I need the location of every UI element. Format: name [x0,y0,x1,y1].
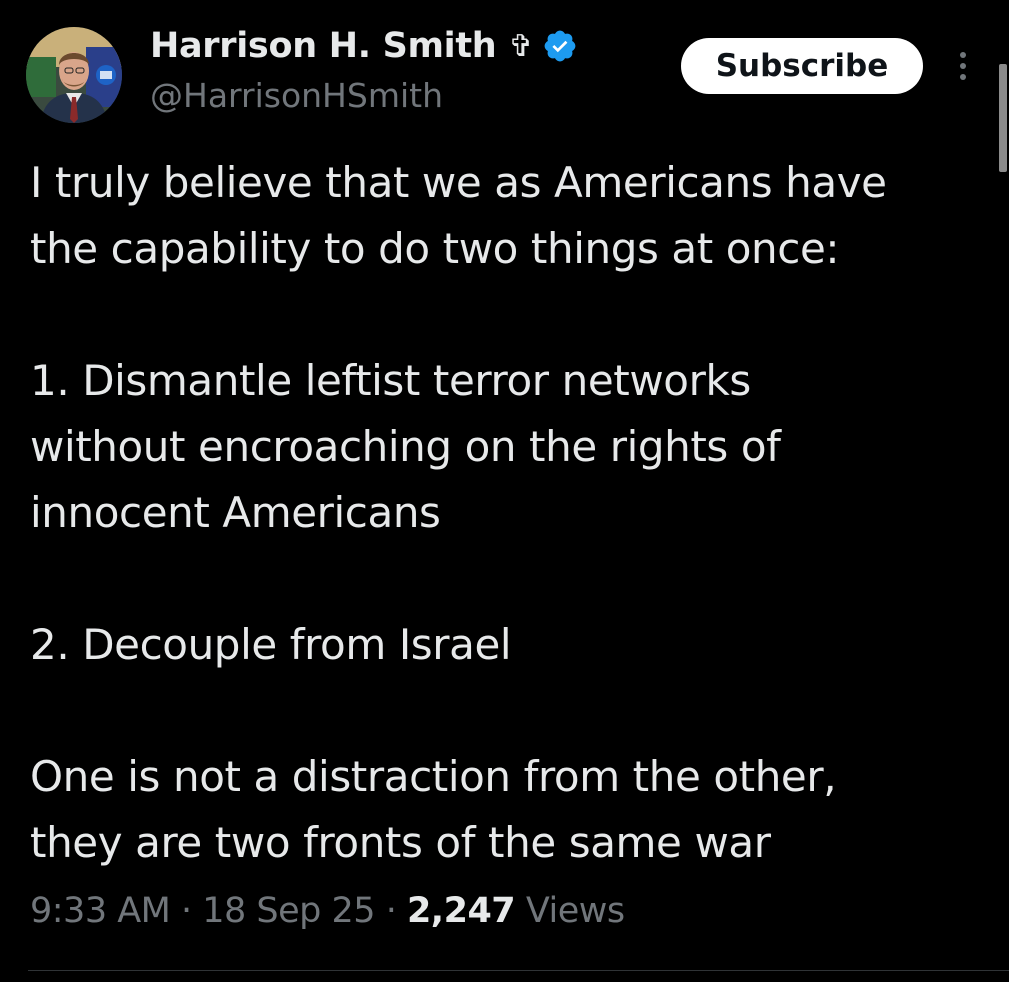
subscribe-button[interactable]: Subscribe [681,38,923,94]
tweet-meta: 9:33 AM · 18 Sep 25 · 2,247 Views [30,891,625,931]
tweet-detail: Harrison H. Smith ✞ @HarrisonHSmith Subs… [0,0,1009,982]
tweet-line: the capability to do two things at once: [30,224,840,273]
divider [28,970,1009,971]
avatar[interactable] [26,27,122,123]
views-label: Views [525,891,625,931]
author-name-row: Harrison H. Smith ✞ [150,22,578,70]
tweet-line: they are two fronts of the same war [30,818,771,867]
more-vertical-icon[interactable] [948,48,978,84]
tweet-text: I truly believe that we as Americans hav… [30,150,995,876]
author-handle[interactable]: @HarrisonHSmith [150,76,443,115]
meta-separator: · [170,891,203,931]
tweet-line: One is not a distraction from the other, [30,752,837,801]
meta-separator: · [375,891,407,931]
tweet-line: 1. Dismantle leftist terror networks [30,356,751,405]
views-count: 2,247 [406,891,516,931]
avatar-image [26,27,122,123]
scrollbar-thumb[interactable] [999,64,1007,172]
tweet-time[interactable]: 9:33 AM [30,891,171,931]
cross-emoji: ✞ [508,28,534,64]
author-display-name[interactable]: Harrison H. Smith [150,26,497,66]
tweet-line: without encroaching on the rights of [30,422,781,471]
tweet-line: I truly believe that we as Americans hav… [30,158,887,207]
verified-badge-icon[interactable] [542,28,578,64]
tweet-line: innocent Americans [30,488,441,537]
tweet-line: 2. Decouple from Israel [30,620,512,669]
tweet-date[interactable]: 18 Sep 25 [202,891,375,931]
